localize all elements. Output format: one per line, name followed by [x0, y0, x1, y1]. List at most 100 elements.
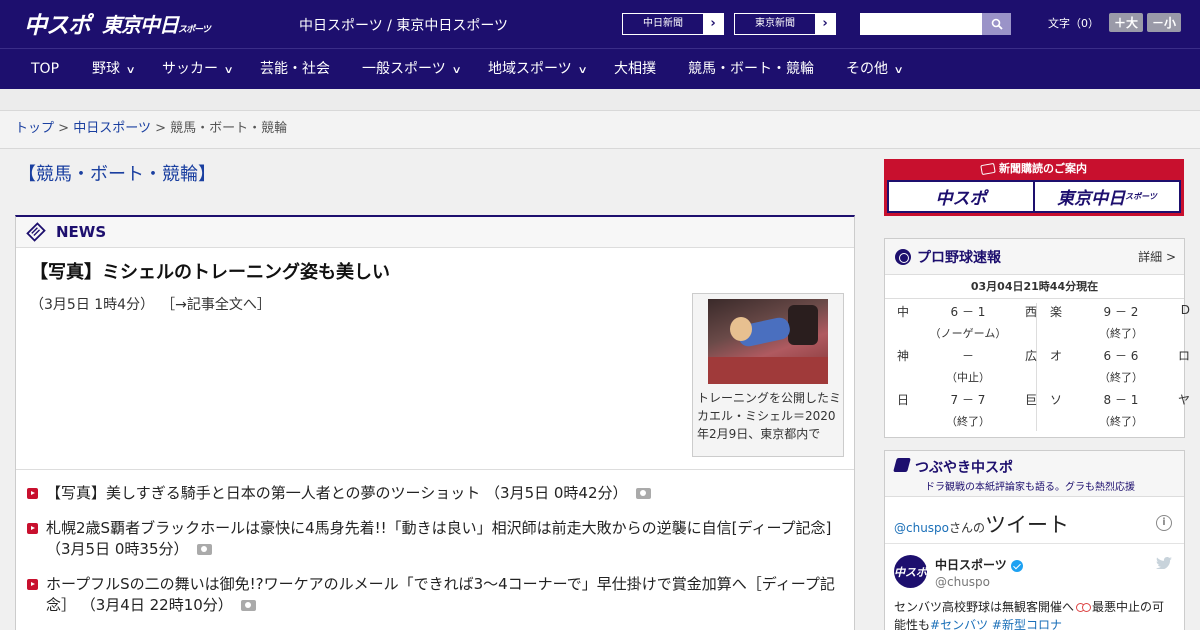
lead-article-title[interactable]: 【写真】ミシェルのトレーニング姿も美しい: [30, 258, 390, 284]
breadcrumb-separator: >: [58, 121, 70, 136]
page-title: 【競馬・ボート・競輪】: [18, 164, 216, 185]
home-team: 日: [897, 393, 910, 407]
news-item-text: 【写真】美しすぎる騎手と日本の第一人者との夢のツーショット （3月5日 0時42…: [46, 484, 628, 502]
font-size-controls: 文字（0） ＋大 －小: [1048, 13, 1182, 32]
tokyo-chunichi-logo[interactable]: 東京中日スポーツ: [102, 9, 211, 38]
nav-item-soccer[interactable]: サッカー ∨: [162, 49, 234, 90]
chunichi-shimbun-link[interactable]: 中日新聞 ›: [622, 13, 724, 35]
hashtag-link[interactable]: #新型コロナ: [992, 618, 1062, 630]
list-item[interactable]: 札幌2歳S覇者ブラックホールは豪快に4馬身先着!!「動きは良い」相沢師は前走大敗…: [26, 518, 844, 560]
tokyo-shimbun-link[interactable]: 東京新聞 ›: [734, 13, 836, 35]
game-status: （終了）: [946, 415, 990, 428]
home-team: 楽: [1050, 305, 1063, 319]
nav-spacer: [0, 89, 1200, 111]
game-status: （中止）: [946, 371, 990, 384]
nav-item-baseball[interactable]: 野球 ∨: [92, 49, 136, 90]
breadcrumb-separator: >: [155, 121, 166, 136]
read-full-article-link[interactable]: ［→記事全文へ］: [168, 297, 271, 313]
tokyo-chunichi-logo-text: 東京中日: [102, 12, 179, 37]
search-icon: [991, 18, 1003, 30]
news-item-text: ホープフルSの二の舞いは御免!?ワーケアのルメール「できれば3～4コーナーで」早…: [46, 575, 835, 614]
baseball-games: 中 6 － 1 西 （ノーゲーム） 楽 9 － 2 D （終了） 神 － 広 （…: [885, 299, 1190, 435]
chevron-down-icon: ∨: [577, 65, 588, 76]
lead-photo[interactable]: [708, 299, 828, 384]
avatar[interactable]: 中スポ: [894, 555, 927, 588]
bullet-icon: [27, 488, 38, 499]
twitter-widget-header: つぶやき中スポ ドラ観戦の本紙評論家も語る。グラも熱烈応援: [885, 451, 1184, 497]
home-team: ソ: [1050, 393, 1063, 407]
subscribe-tokyo-chunichi-text: 東京中日: [1057, 189, 1126, 209]
site-logo[interactable]: 中スポ 東京中日スポーツ: [24, 6, 211, 40]
subscribe-title: 新聞購読のご案内: [999, 162, 1087, 175]
chevron-down-icon: ∨: [451, 65, 462, 76]
hashtag-link[interactable]: #センバツ: [930, 618, 988, 630]
game-score[interactable]: 楽 9 － 2 D （終了）: [1050, 303, 1190, 347]
baseball-details-link[interactable]: 詳細 >: [1138, 248, 1176, 265]
news-label: NEWS: [56, 223, 107, 241]
nav-item-top[interactable]: TOP: [31, 49, 59, 90]
away-team: 西: [1024, 305, 1037, 319]
score: 7 － 7: [950, 393, 986, 407]
chevron-down-icon: ∨: [893, 65, 904, 76]
game-score[interactable]: 神 － 広 （中止）: [897, 347, 1037, 391]
tokyo-chunichi-logo-suffix: スポーツ: [178, 24, 211, 35]
baseball-icon: [895, 248, 911, 265]
verified-icon: [1010, 559, 1023, 572]
game-score[interactable]: オ 6 － 6 ロ （終了）: [1050, 347, 1190, 391]
twitter-divider: [885, 543, 1184, 544]
score: 6 － 1: [950, 305, 986, 319]
tweet-text: センバツ高校野球は無観客開催へ 最悪中止の可能性も#センバツ #新型コロナ: [894, 598, 1176, 630]
list-item[interactable]: 【写真】美しすぎる騎手と日本の第一人者との夢のツーショット （3月5日 0時42…: [26, 483, 844, 504]
nav-label: その他: [846, 61, 888, 77]
list-item[interactable]: ホープフルSの二の舞いは御免!?ワーケアのルメール「できれば3～4コーナーで」早…: [26, 574, 844, 616]
tweet-author-handle[interactable]: @chuspo: [935, 575, 990, 589]
game-score[interactable]: 中 6 － 1 西 （ノーゲーム）: [897, 303, 1037, 347]
score: 6 － 6: [1103, 349, 1139, 363]
ext-link-label: 東京新聞: [755, 18, 795, 29]
site-name: 中日スポーツ / 東京中日スポーツ: [299, 18, 509, 34]
subscribe-options: 中スポ 東京中日 スポーツ: [887, 180, 1181, 213]
game-status: （終了）: [1099, 415, 1143, 428]
tsubuyaki-title: つぶやき中スポ: [893, 457, 1176, 477]
news-item-text: 札幌2歳S覇者ブラックホールは豪快に4馬身先着!!「動きは良い」相沢師は前走大敗…: [46, 519, 832, 558]
chevron-down-icon: ∨: [223, 65, 234, 76]
nav-item-entertainment[interactable]: 芸能・社会: [260, 49, 330, 90]
nav-item-sumo[interactable]: 大相撲: [614, 49, 656, 90]
subscribe-tokyo-chunichi-suffix: スポーツ: [1125, 192, 1157, 201]
bullet-icon: [27, 523, 38, 534]
tweets-title: ツイート: [985, 513, 1070, 537]
tweet-text-a: センバツ高校野球は無観客開催へ: [894, 600, 1075, 614]
tweets-handle-suffix: さんの: [949, 521, 986, 535]
nav-item-local-sports[interactable]: 地域スポーツ ∨: [488, 49, 588, 90]
game-score[interactable]: ソ 8 － 1 ヤ （終了）: [1050, 391, 1190, 435]
nav-item-keiba[interactable]: 競馬・ボート・競輪: [688, 49, 814, 90]
site-header: 中スポ 東京中日スポーツ 中日スポーツ / 東京中日スポーツ 中日新聞 › 東京…: [0, 0, 1200, 48]
font-smaller-button[interactable]: －小: [1147, 13, 1182, 32]
main-nav: TOP 野球 ∨ サッカー ∨ 芸能・社会 一般スポーツ ∨ 地域スポーツ ∨ 大相撲 …: [0, 48, 1200, 89]
breadcrumb-chuspo[interactable]: 中日スポーツ: [73, 121, 151, 136]
font-size-label: 文字（0）: [1048, 16, 1099, 30]
font-bigger-button[interactable]: ＋大: [1109, 13, 1144, 32]
nav-item-other[interactable]: その他 ∨: [846, 49, 904, 90]
subscribe-chuspo[interactable]: 中スポ: [889, 182, 1033, 211]
chevron-down-icon: ∨: [125, 65, 136, 76]
search-button[interactable]: [982, 13, 1011, 35]
breadcrumb-top[interactable]: トップ: [15, 121, 54, 136]
tweets-handle-link[interactable]: @chuspo: [894, 521, 949, 535]
baseball-timestamp: 03月04日21時44分現在: [885, 275, 1184, 299]
nav-label: TOP: [31, 61, 60, 77]
breadcrumb-current: 競馬・ボート・競輪: [170, 121, 288, 136]
nav-item-general-sports[interactable]: 一般スポーツ ∨: [362, 49, 462, 90]
search-input[interactable]: [860, 13, 982, 35]
score: －: [961, 349, 974, 363]
info-icon[interactable]: i: [1156, 515, 1172, 531]
game-score[interactable]: 日 7 － 7 巨 （終了）: [897, 391, 1037, 435]
subscribe-banner[interactable]: 新聞購読のご案内 中スポ 東京中日 スポーツ: [884, 159, 1184, 216]
newspaper-icon: [980, 162, 996, 176]
tweet-author-label: 中日スポーツ: [935, 558, 1007, 572]
twitter-bird-icon[interactable]: [1156, 557, 1172, 569]
tweet-author-name[interactable]: 中日スポーツ: [935, 556, 1023, 573]
subscribe-tokyo-chunichi[interactable]: 東京中日 スポーツ: [1035, 182, 1179, 211]
chevron-right-icon: ›: [703, 14, 723, 34]
chuspo-logo[interactable]: 中スポ: [24, 6, 91, 40]
